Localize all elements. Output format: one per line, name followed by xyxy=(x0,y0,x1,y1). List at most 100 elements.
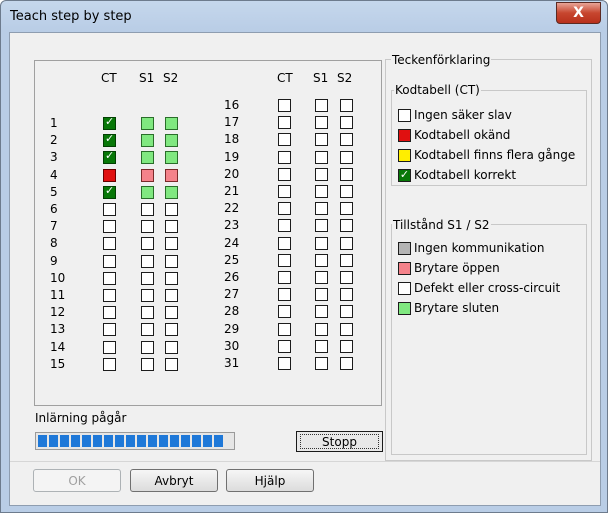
row-label: 23 xyxy=(224,218,240,233)
stop-button-label: Stopp xyxy=(322,434,357,449)
row-label: 25 xyxy=(224,252,240,267)
status-box-ct xyxy=(103,149,116,165)
legend-label: Brytare öppen xyxy=(414,261,500,275)
header-ct-left: CT xyxy=(101,71,117,85)
status-box-s2 xyxy=(165,357,178,371)
status-box-s1 xyxy=(141,203,154,216)
status-box-ct xyxy=(278,288,291,302)
help-button[interactable]: Hjälp xyxy=(226,469,314,492)
status-box-s2 xyxy=(165,168,178,182)
header-s2-left: S2 xyxy=(163,71,179,85)
status-box-ct xyxy=(103,254,116,268)
status-box-s1 xyxy=(315,339,328,353)
row-label: 30 xyxy=(224,338,240,353)
legend-swatch xyxy=(398,242,411,255)
status-box-ct xyxy=(278,339,291,353)
status-box-s2 xyxy=(165,271,178,285)
progress-label: Inlärning pågår xyxy=(35,411,127,425)
row-label: 9 xyxy=(50,253,58,268)
status-box-ct xyxy=(103,306,116,320)
ok-button-label: OK xyxy=(68,473,86,488)
status-box-ct xyxy=(103,271,116,285)
status-box-s1 xyxy=(315,253,328,267)
row-label: 20 xyxy=(224,166,240,181)
row-label: 26 xyxy=(224,270,240,284)
row-label: 3 xyxy=(50,150,58,165)
status-box-s1 xyxy=(315,236,328,250)
title-bar[interactable]: Teach step by step X xyxy=(1,1,607,33)
header-s1-left: S1 xyxy=(139,71,155,85)
legend-swatch xyxy=(398,149,411,162)
progress-segment xyxy=(82,435,91,447)
progress-segment xyxy=(181,435,190,447)
legend-swatch xyxy=(398,109,411,122)
legend-swatch xyxy=(398,129,411,142)
status-box-s1 xyxy=(141,220,154,234)
row-label: 22 xyxy=(224,201,240,216)
status-box-s2 xyxy=(165,151,178,165)
status-box-s1 xyxy=(141,340,154,354)
status-box-s2 xyxy=(165,203,178,216)
row-label: 12 xyxy=(50,305,66,320)
status-box-s2 xyxy=(340,339,353,353)
progress-segment xyxy=(104,435,113,447)
status-box-ct xyxy=(278,133,291,147)
row-label: 1 xyxy=(50,116,58,130)
progress-segment xyxy=(148,435,157,447)
status-box-s2 xyxy=(340,133,353,147)
legend-swatch: ✓ xyxy=(398,168,411,182)
status-box-s1 xyxy=(315,150,328,164)
status-box-ct xyxy=(278,357,291,370)
status-box-ct xyxy=(278,150,291,164)
status-box-s1 xyxy=(315,322,328,336)
close-icon: X xyxy=(573,5,584,21)
status-box-ct xyxy=(278,305,291,319)
status-box-s2 xyxy=(340,305,353,319)
learning-progress-bar xyxy=(35,432,235,450)
cancel-button[interactable]: Avbryt xyxy=(130,469,218,492)
status-box-s1 xyxy=(141,357,154,371)
row-label: 17 xyxy=(224,115,240,130)
status-box-s2 xyxy=(165,340,178,354)
status-box-s1 xyxy=(141,237,154,251)
status-box-s2 xyxy=(165,306,178,320)
separator xyxy=(10,461,600,462)
close-button[interactable]: X xyxy=(556,2,601,24)
status-box-s2 xyxy=(340,253,353,267)
progress-segment xyxy=(38,435,47,447)
ok-button[interactable]: OK xyxy=(33,469,121,492)
status-box-ct xyxy=(103,184,116,199)
row-label: 4 xyxy=(50,167,58,182)
status-box-s1 xyxy=(315,116,328,130)
help-button-label: Hjälp xyxy=(254,473,286,488)
legend-swatch xyxy=(398,262,411,275)
status-box-s1 xyxy=(315,219,328,233)
cancel-button-label: Avbryt xyxy=(154,473,194,488)
window-title: Teach step by step xyxy=(10,9,132,24)
row-label: 11 xyxy=(50,288,66,302)
teach-grid-panel: CT S1 S2 CT S1 S2 1234567891011121314151… xyxy=(34,60,382,406)
status-box-s2 xyxy=(340,219,353,233)
status-box-s1 xyxy=(141,271,154,285)
status-box-s2 xyxy=(340,236,353,250)
legend-label: Ingen kommunikation xyxy=(414,241,545,255)
stop-button[interactable]: Stopp xyxy=(296,431,383,452)
state-legend-title: Tillstånd S1 / S2 xyxy=(392,218,491,232)
row-label: 8 xyxy=(50,236,58,251)
status-box-s1 xyxy=(315,133,328,147)
dialog-window: Teach step by step X CT S1 S2 CT S1 S2 1… xyxy=(0,0,608,513)
status-box-ct xyxy=(278,236,291,250)
dialog-client-area: CT S1 S2 CT S1 S2 1234567891011121314151… xyxy=(9,32,601,506)
status-box-ct xyxy=(278,253,291,267)
header-s2-right: S2 xyxy=(337,71,353,85)
progress-segment xyxy=(170,435,179,447)
status-box-s2 xyxy=(165,220,178,234)
status-box-s1 xyxy=(141,323,154,337)
status-box-s1 xyxy=(141,151,154,165)
row-label: 18 xyxy=(224,132,240,147)
header-s1-right: S1 xyxy=(313,71,329,85)
row-label: 28 xyxy=(224,304,240,319)
status-box-ct xyxy=(103,237,116,251)
status-box-s1 xyxy=(315,305,328,319)
status-box-s2 xyxy=(165,254,178,268)
